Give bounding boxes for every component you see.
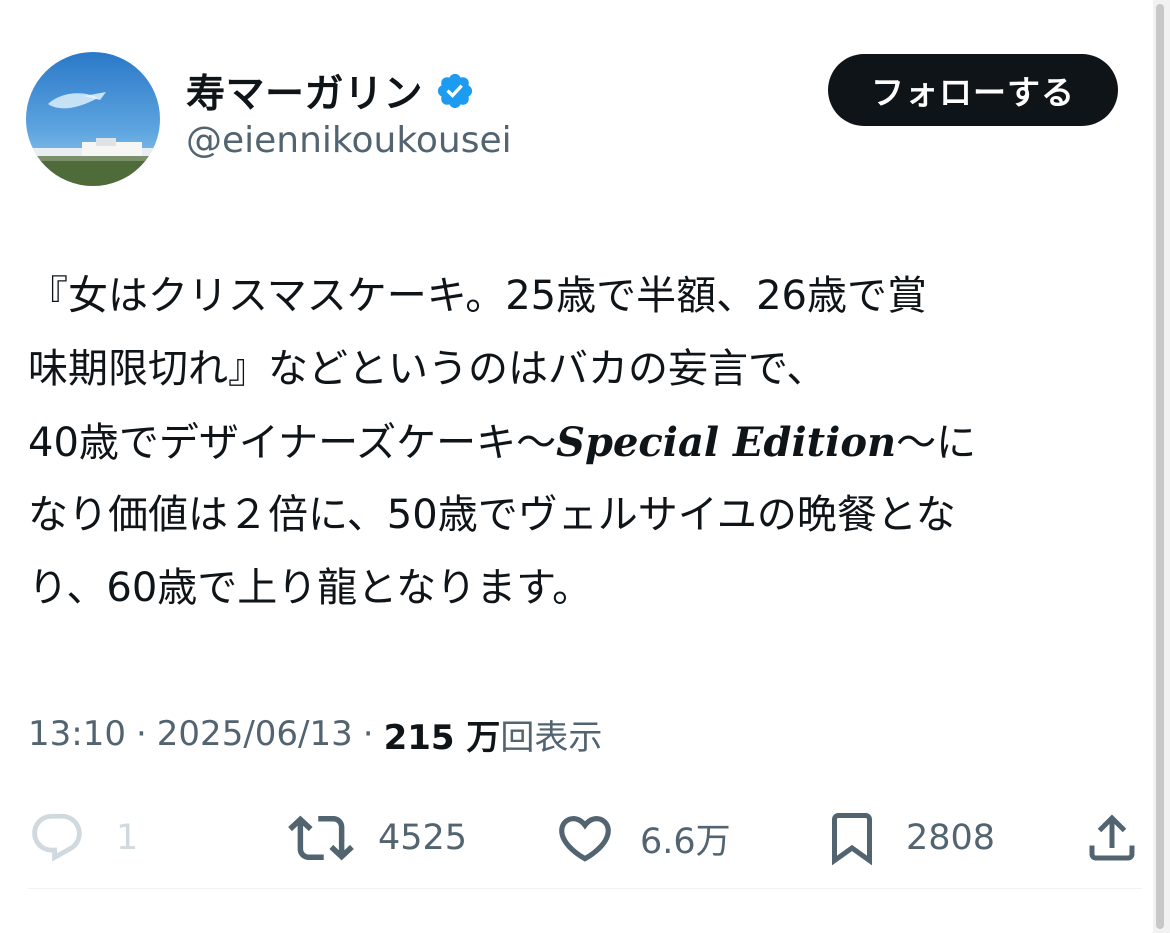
author-name-row: 寿マーガリン xyxy=(186,64,475,118)
tweet-time[interactable]: 13:10 xyxy=(28,714,126,754)
share-button[interactable] xyxy=(1082,800,1142,876)
scrollbar-thumb[interactable] xyxy=(1156,4,1164,929)
author-avatar[interactable] xyxy=(26,52,160,186)
tweet-text-line: 『女はクリスマスケーキ。25歳で半額、26歳で賞 xyxy=(28,273,927,319)
reply-button[interactable]: 1 xyxy=(28,800,138,876)
tweet-text-line: 40歳でデザイナーズケーキ〜Special Edition〜に xyxy=(28,406,1142,479)
views-count[interactable]: 215 万 xyxy=(384,710,501,759)
heart-icon xyxy=(559,816,611,862)
tweet-text-line: り、60歳で上り龍となります。 xyxy=(28,565,593,611)
tweet-date[interactable]: 2025/06/13 xyxy=(157,714,353,754)
tweet-text-segment: 〜に xyxy=(896,420,977,466)
follow-button[interactable]: フォローする xyxy=(828,54,1118,126)
views-label[interactable]: 回表示 xyxy=(500,710,602,759)
tweet-actions-bar: 1 4525 6.6万 2808 xyxy=(0,800,1170,876)
meta-separator: · xyxy=(362,714,374,754)
avatar-landscape-image xyxy=(26,52,160,186)
like-button[interactable]: 6.6万 xyxy=(554,800,731,876)
share-icon xyxy=(1089,814,1135,861)
bookmark-button[interactable]: 2808 xyxy=(822,800,995,876)
reply-count: 1 xyxy=(116,818,139,858)
author-handle[interactable]: @eiennikoukousei xyxy=(186,120,512,161)
divider xyxy=(28,888,1142,889)
tweet-text-line: 味期限切れ』などというのはバカの妄言で、 xyxy=(28,346,827,392)
author-display-name[interactable]: 寿マーガリン xyxy=(186,63,423,119)
bookmark-count: 2808 xyxy=(906,818,996,858)
tweet-text-segment: 40歳でデザイナーズケーキ〜 xyxy=(28,420,557,466)
bookmark-icon xyxy=(832,813,872,866)
verified-badge-icon[interactable] xyxy=(435,71,475,111)
meta-separator: · xyxy=(135,714,147,754)
tweet-text: 『女はクリスマスケーキ。25歳で半額、26歳で賞 味期限切れ』などというのはバカ… xyxy=(28,260,1142,625)
retweet-count: 4525 xyxy=(378,818,468,858)
tweet-text-line: なり価値は２倍に、50歳でヴェルサイユの晩餐とな xyxy=(28,492,956,538)
tweet-meta: 13:10 · 2025/06/13 · 215 万 回表示 xyxy=(28,706,602,762)
retweet-button[interactable]: 4525 xyxy=(288,800,467,876)
retweet-icon xyxy=(288,815,354,861)
reply-icon xyxy=(32,813,82,862)
like-count: 6.6万 xyxy=(640,821,731,862)
special-edition-text: Special Edition xyxy=(556,419,897,466)
